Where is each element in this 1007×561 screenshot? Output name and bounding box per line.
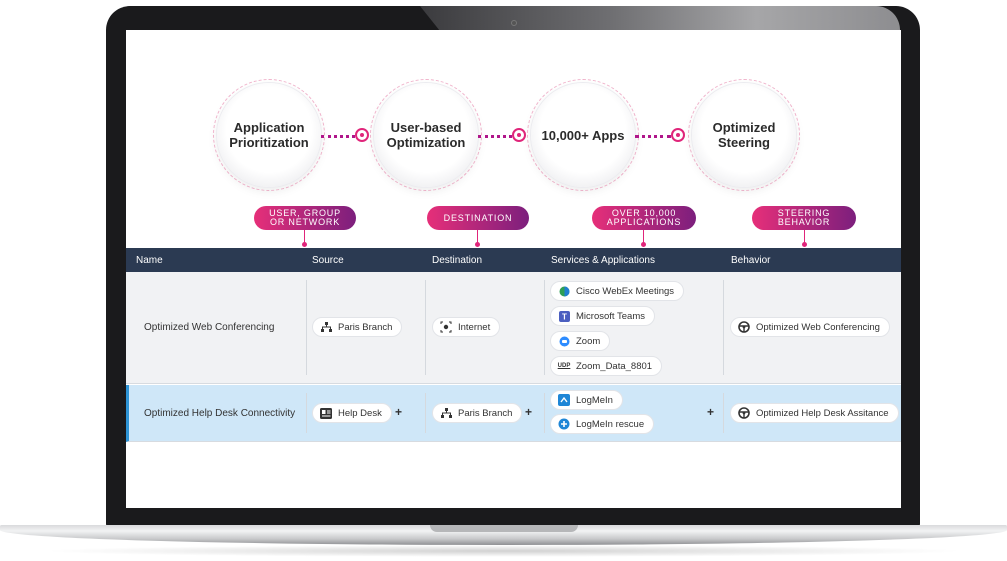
connector-node-icon bbox=[512, 128, 526, 142]
feature-label: Application Prioritization bbox=[229, 120, 309, 150]
service-chip[interactable]: UDP Zoom_Data_8801 bbox=[550, 356, 663, 376]
tag-label: DESTINATION bbox=[443, 212, 513, 223]
cell-divider bbox=[544, 280, 545, 375]
cell-divider bbox=[723, 393, 724, 433]
logmein-rescue-icon bbox=[558, 418, 570, 430]
add-service-button[interactable]: + bbox=[707, 405, 714, 419]
cell-divider bbox=[425, 393, 426, 433]
source-chip[interactable]: Paris Branch bbox=[312, 317, 403, 337]
tag-steering-behavior: STEERING BEHAVIOR bbox=[752, 206, 856, 230]
column-header-source[interactable]: Source bbox=[312, 255, 344, 266]
laptop-base-notch bbox=[430, 525, 578, 532]
feature-optimized-steering: Optimized Steering bbox=[688, 79, 800, 191]
chip-label: Paris Branch bbox=[338, 321, 393, 333]
table-header: Name Source Destination Services & Appli… bbox=[126, 248, 901, 272]
webcam-icon bbox=[511, 20, 517, 26]
network-branch-icon bbox=[440, 407, 452, 419]
tag-dot bbox=[475, 242, 480, 247]
tag-dot bbox=[802, 242, 807, 247]
chip-label: Internet bbox=[458, 321, 491, 333]
feature-application-prioritization: Application Prioritization bbox=[213, 79, 325, 191]
laptop-screen: Application Prioritization User-based Op… bbox=[126, 30, 901, 508]
behavior-chip[interactable]: Optimized Web Conferencing bbox=[730, 317, 890, 337]
chip-label: LogMeIn bbox=[576, 394, 613, 406]
feature-label: Optimized Steering bbox=[712, 120, 776, 150]
laptop-shadow bbox=[40, 545, 967, 557]
svg-text:T: T bbox=[562, 312, 567, 321]
table-row-selected[interactable]: Optimized Help Desk Connectivity Help De… bbox=[126, 385, 901, 442]
cell-divider bbox=[306, 280, 307, 375]
feature-apps: 10,000+ Apps bbox=[527, 79, 639, 191]
laptop-lid-glare bbox=[420, 6, 900, 30]
rule-name: Optimized Help Desk Connectivity bbox=[144, 408, 296, 419]
cell-divider bbox=[544, 393, 545, 433]
feature-connector bbox=[478, 135, 512, 138]
chip-label: Optimized Help Desk Assitance bbox=[756, 407, 889, 419]
service-chip[interactable]: T Microsoft Teams bbox=[550, 306, 655, 326]
cell-divider bbox=[306, 393, 307, 433]
column-header-name[interactable]: Name bbox=[136, 255, 163, 266]
connector-node-icon bbox=[355, 128, 369, 142]
service-chip[interactable]: Zoom bbox=[550, 331, 611, 351]
tag-label: OVER 10,000 APPLICATIONS bbox=[606, 208, 682, 227]
service-chip[interactable]: Cisco WebEx Meetings bbox=[550, 281, 685, 301]
cell-divider bbox=[425, 280, 426, 375]
table-row[interactable]: Optimized Web Conferencing Paris Branch … bbox=[126, 272, 901, 384]
tag-label: USER, GROUP OR NETWORK bbox=[269, 208, 341, 227]
column-header-behavior[interactable]: Behavior bbox=[731, 255, 770, 266]
tag-user-group-network: USER, GROUP OR NETWORK bbox=[254, 206, 356, 230]
cell-divider bbox=[723, 280, 724, 375]
tag-label: STEERING BEHAVIOR bbox=[777, 208, 831, 227]
destination-chip[interactable]: Internet bbox=[432, 317, 501, 337]
destination-chip[interactable]: Paris Branch bbox=[432, 403, 523, 423]
feature-user-based-optimization: User-based Optimization bbox=[370, 79, 482, 191]
udp-icon: UDP bbox=[557, 363, 571, 369]
chip-label: Zoom_Data_8801 bbox=[576, 360, 653, 372]
zoom-icon bbox=[558, 335, 570, 347]
webex-icon bbox=[558, 285, 570, 297]
tag-dot bbox=[302, 242, 307, 247]
tag-dot bbox=[641, 242, 646, 247]
tag-destination: DESTINATION bbox=[427, 206, 529, 230]
steering-wheel-icon bbox=[738, 321, 750, 333]
chip-label: Help Desk bbox=[338, 407, 382, 419]
feature-label: 10,000+ Apps bbox=[541, 127, 625, 143]
teams-icon: T bbox=[558, 310, 570, 322]
add-source-button[interactable]: + bbox=[395, 405, 402, 419]
chip-label: Zoom bbox=[576, 335, 601, 347]
feature-connector bbox=[635, 135, 671, 138]
helpdesk-icon bbox=[320, 407, 332, 419]
network-branch-icon bbox=[320, 321, 332, 333]
column-header-destination[interactable]: Destination bbox=[432, 255, 482, 266]
source-chip[interactable]: Help Desk bbox=[312, 403, 392, 423]
steering-wheel-icon bbox=[738, 407, 750, 419]
tag-over-10000-applications: OVER 10,000 APPLICATIONS bbox=[592, 206, 696, 230]
column-header-services[interactable]: Services & Applications bbox=[551, 255, 655, 266]
chip-label: Optimized Web Conferencing bbox=[756, 321, 880, 333]
chip-label: LogMeIn rescue bbox=[576, 418, 645, 430]
chip-label: Cisco WebEx Meetings bbox=[576, 285, 675, 297]
rule-name: Optimized Web Conferencing bbox=[144, 322, 275, 333]
connector-node-icon bbox=[671, 128, 685, 142]
chip-label: Paris Branch bbox=[458, 407, 513, 419]
service-chip[interactable]: LogMeIn bbox=[550, 390, 623, 410]
feature-label: User-based Optimization bbox=[386, 120, 466, 150]
chip-label: Microsoft Teams bbox=[576, 310, 645, 322]
feature-connector bbox=[321, 135, 355, 138]
logmein-icon bbox=[558, 394, 570, 406]
internet-icon bbox=[440, 321, 452, 333]
behavior-chip[interactable]: Optimized Help Desk Assitance bbox=[730, 403, 899, 423]
service-chip[interactable]: LogMeIn rescue bbox=[550, 414, 655, 434]
add-destination-button[interactable]: + bbox=[525, 405, 532, 419]
